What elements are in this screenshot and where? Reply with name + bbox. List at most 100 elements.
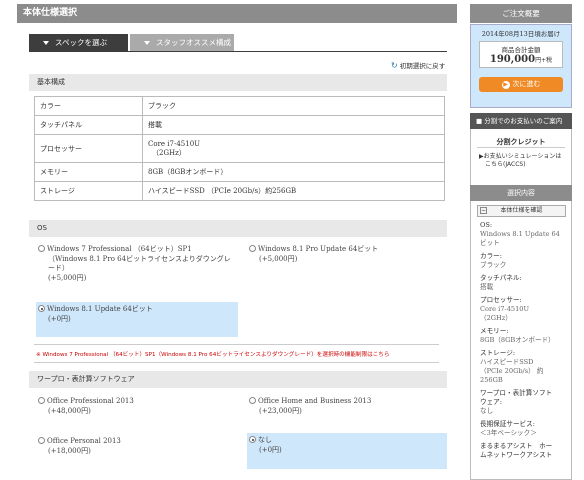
triangle-down-icon xyxy=(144,41,150,45)
item-value: なし xyxy=(480,407,494,415)
item-value: 搭載 xyxy=(480,283,494,291)
selection-title: 選択内容 xyxy=(470,185,572,201)
item-key: タッチパネル: xyxy=(480,274,522,282)
row-value: ブラック xyxy=(142,96,445,116)
installment-body: 分割クレジット ▶お支払いシミュレーションは こちら(JACCS) xyxy=(470,129,572,189)
processor-clock: （2GHz） xyxy=(152,148,186,157)
option-price: (+0円) xyxy=(259,445,282,454)
item-value: Windows 8.1 Update 64 xyxy=(480,230,560,238)
tab-label: スペックを選ぶ xyxy=(55,38,107,47)
option-price: (+5,000円) xyxy=(48,273,87,282)
radio-button[interactable] xyxy=(249,245,256,252)
os-option-win7[interactable]: Windows 7 Professional （64ビット）SP1 （Windo… xyxy=(38,245,238,283)
item-key: ワープロ・表計算ソフト xyxy=(480,389,553,397)
list-item: ストレージ: ハイスピードSSD （PCIe 20Gb/s） 約 256GB xyxy=(480,349,568,385)
installment-header: ■ 分割でのお支払いのご案内 xyxy=(470,113,572,129)
row-key: ストレージ xyxy=(34,181,143,201)
order-summary-header: ご注文概要 xyxy=(470,4,572,23)
reset-link[interactable]: ↻ 初期選択に戻す xyxy=(391,60,445,70)
radio-button[interactable] xyxy=(38,245,45,252)
order-summary-box: 2014年08月13日頃お届け 商品合計金額 190,000円+税 ▶ 次に進む xyxy=(470,24,572,108)
item-value: ハイスピードSSD xyxy=(480,358,534,366)
option-label: Office Personal 2013 xyxy=(47,437,121,445)
table-row: ストレージ ハイスピードSSD （PCIe 20Gb/s）約256GB xyxy=(34,181,445,201)
option-price: (+18,000円) xyxy=(48,446,91,455)
table-row: プロセッサー Core i7-4510U （2GHz） xyxy=(34,134,445,163)
option-price: (+48,000円) xyxy=(48,406,91,415)
basic-config-header: 基本構成 xyxy=(29,74,447,91)
os-option-win81-update[interactable]: Windows 8.1 Update 64ビット (+0円) xyxy=(36,302,238,337)
table-row: メモリー 8GB（8GBオンボード） xyxy=(34,162,445,182)
minus-icon: − xyxy=(480,207,487,214)
option-detail: （Windows 8.1 Pro 64ビットライセンスよりダウングレ xyxy=(48,254,231,263)
installment-title: 分割でのお支払いのご案内 xyxy=(484,117,563,125)
item-key: ストレージ: xyxy=(480,349,516,357)
radio-button[interactable] xyxy=(38,397,45,404)
total-value: 190,000 xyxy=(489,54,536,65)
option-detail: ード） xyxy=(48,264,69,272)
next-label: 次に進む xyxy=(512,80,541,88)
total-label: 商品合計金額 xyxy=(501,46,541,54)
item-key: OS: xyxy=(480,221,493,229)
option-price: (+23,000円) xyxy=(259,406,302,415)
radio-button-selected[interactable] xyxy=(249,436,256,443)
tab-staff-recommend[interactable]: スタッフオススメ構成 xyxy=(130,34,234,51)
item-key-cont: ウェア: xyxy=(480,398,503,406)
os-restriction-note[interactable]: ※ Windows 7 Professional （64ビット）SP1（Wind… xyxy=(36,350,389,358)
item-value: Core i7-4510U xyxy=(480,305,530,313)
total-price-box: 商品合計金額 190,000円+税 xyxy=(479,41,563,68)
page-title: 本体仕様選択 xyxy=(23,8,78,18)
option-label: Windows 7 Professional （64ビット）SP1 xyxy=(47,245,192,253)
delivery-date: 2014年08月13日頃お届け xyxy=(481,30,561,38)
list-item: プロセッサー: Core i7-4510U （2GHz） xyxy=(480,296,568,323)
item-value: ＜3年ベーシック＞ xyxy=(480,429,537,437)
divider xyxy=(34,344,439,345)
item-key: カラー: xyxy=(480,252,503,260)
row-value: ハイスピードSSD （PCIe 20Gb/s）約256GB xyxy=(142,181,445,201)
radio-button[interactable] xyxy=(249,397,256,404)
item-value: ブラック xyxy=(480,261,507,269)
office-option-none[interactable]: なし (+0円) xyxy=(247,433,447,469)
tab-spec-select[interactable]: スペックを選ぶ xyxy=(29,34,128,51)
section-title: OS xyxy=(37,224,47,232)
item-value: （2GHz） xyxy=(480,314,512,322)
list-item: カラー: ブラック xyxy=(480,252,568,270)
row-value: 8GB（8GBオンボード） xyxy=(142,162,445,182)
next-button[interactable]: ▶ 次に進む xyxy=(479,77,563,92)
basic-config-table: カラー ブラック タッチパネル 搭載 プロセッサー Core i7-4510U （2GH… xyxy=(34,96,445,201)
spec-confirm-toggle[interactable]: − 本体仕様を確認 xyxy=(477,205,566,217)
refresh-icon: ↻ xyxy=(391,61,398,70)
option-label: なし xyxy=(258,436,272,444)
reset-label: 初期選択に戻す xyxy=(399,62,446,70)
list-item: OS: Windows 8.1 Update 64 ビット xyxy=(480,221,568,248)
option-price: (+5,000円) xyxy=(259,254,298,263)
list-item: 長期保証サービス: ＜3年ベーシック＞ xyxy=(480,420,568,438)
section-title: ワープロ・表計算ソフトウェア xyxy=(37,375,135,383)
option-label: Windows 8.1 Update 64ビット xyxy=(47,305,153,313)
item-key: メモリー: xyxy=(480,327,509,335)
triangle-down-icon xyxy=(43,41,49,45)
item-key: プロセッサー: xyxy=(480,296,522,304)
tab-underline xyxy=(29,51,447,52)
divider xyxy=(477,147,565,148)
installment-box: ■ 分割でのお支払いのご案内 分割クレジット ▶お支払いシミュレーションは こちら… xyxy=(470,113,572,189)
office-option-personal[interactable]: Office Personal 2013 (+18,000円) xyxy=(38,437,238,456)
spec-confirm-label: 本体仕様を確認 xyxy=(500,207,543,214)
radio-button-selected[interactable] xyxy=(38,305,45,312)
row-key: カラー xyxy=(34,96,143,116)
item-value: ビット xyxy=(480,239,500,247)
option-label: Office Professional 2013 xyxy=(47,397,134,405)
simulation-link[interactable]: ▶お支払いシミュレーションは こちら(JACCS) xyxy=(479,153,564,169)
radio-button[interactable] xyxy=(38,437,45,444)
option-price: (+0円) xyxy=(48,314,71,323)
office-option-home-business[interactable]: Office Home and Business 2013 (+23,000円) xyxy=(249,397,449,416)
os-section-header: OS xyxy=(29,220,447,237)
office-section-header: ワープロ・表計算ソフトウェア xyxy=(29,371,447,388)
os-option-win81-pro[interactable]: Windows 8.1 Pro Update 64ビット (+5,000円) xyxy=(249,245,439,264)
simulation-line: ▶お支払いシミュレーションは xyxy=(479,153,562,160)
item-key: 長期保証サービス: xyxy=(480,420,535,428)
item-key-cont: ムネットワークアシスト xyxy=(480,451,553,459)
section-title: 基本構成 xyxy=(37,78,65,86)
office-option-professional[interactable]: Office Professional 2013 (+48,000円) xyxy=(38,397,238,416)
item-value: （PCIe 20Gb/s） 約 xyxy=(480,367,544,375)
